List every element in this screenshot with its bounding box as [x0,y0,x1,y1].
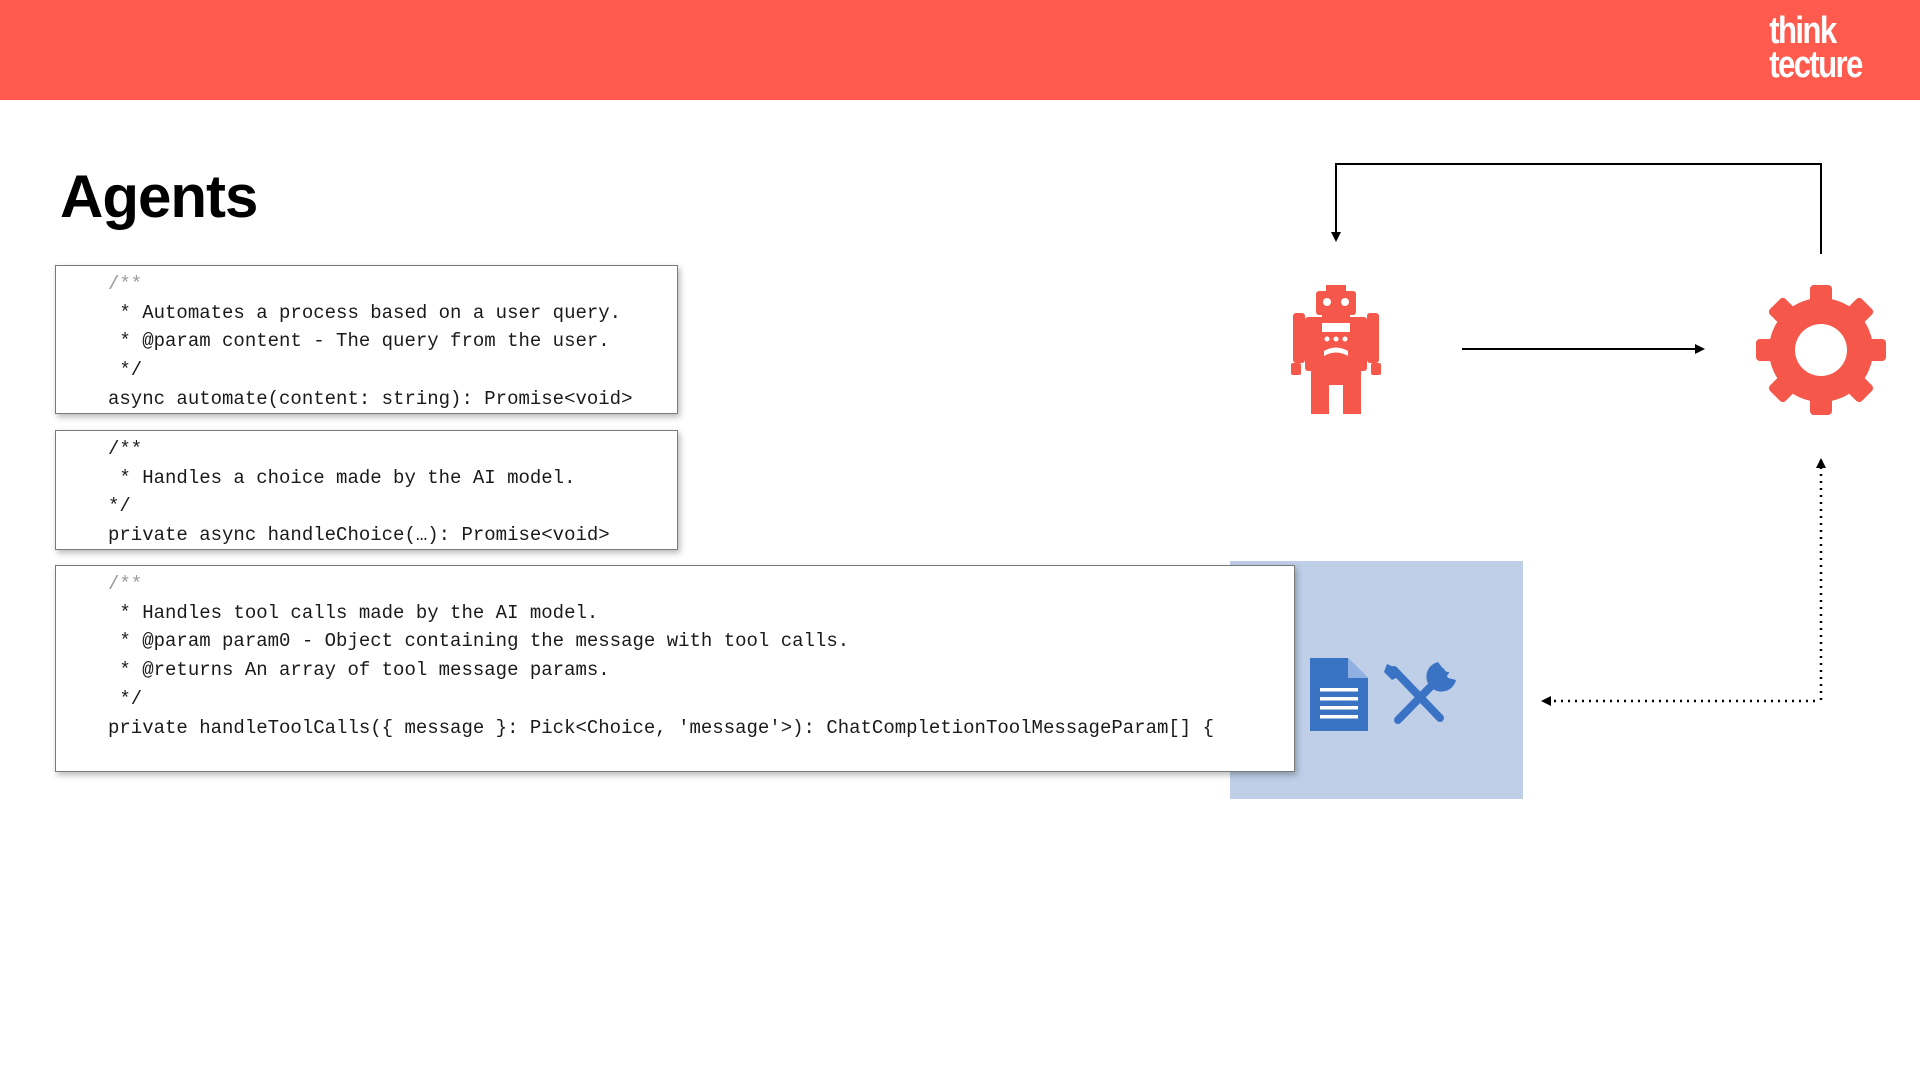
loop-arrow [1331,163,1822,254]
tools-icon [1384,662,1456,724]
document-icon [1310,658,1368,731]
agent-loop-diagram [1291,163,1886,731]
gear-icon [1756,285,1886,415]
robot-icon [1291,285,1381,414]
